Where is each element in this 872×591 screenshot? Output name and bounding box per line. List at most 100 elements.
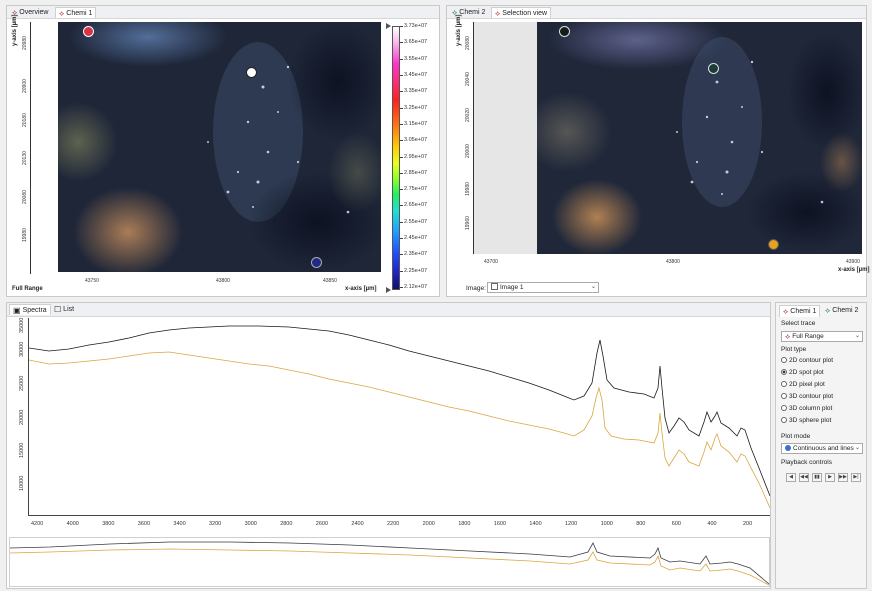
radio-3d-contour[interactable]: 3D contour plot bbox=[781, 393, 833, 400]
spectrum-x-tick: 3200 bbox=[209, 521, 222, 527]
radio-dot bbox=[781, 357, 787, 363]
trace-select[interactable]: ⟡ Full Range ⌄ bbox=[781, 331, 863, 342]
spectrum-y-tick: 25000 bbox=[19, 375, 25, 391]
colorbar-tick bbox=[400, 238, 403, 240]
tab-chemi-2[interactable]: ⟡ Chemi 2 bbox=[449, 7, 488, 18]
right-tabbar: ⟡ Chemi 2 ⟡ Selection view bbox=[447, 6, 866, 19]
spectrum-x-tick: 2000 bbox=[422, 521, 435, 527]
colorbar-label: 3.25e+07 bbox=[404, 104, 428, 111]
chem-icon: ⟡ bbox=[785, 332, 791, 341]
spot-marker-navy[interactable] bbox=[311, 257, 322, 268]
colorbar-label: 2.45e+07 bbox=[404, 235, 428, 242]
right-y-tick: 20020 bbox=[465, 108, 471, 122]
plot-type-title: Plot type bbox=[781, 346, 807, 353]
colorbar-tick bbox=[400, 205, 403, 207]
right-y-tick: 19980 bbox=[465, 182, 471, 196]
colorbar-top-handle[interactable] bbox=[386, 23, 391, 29]
colorbar-tick bbox=[400, 270, 403, 272]
spectra-tabbar: ▣ Spectra ☐ List bbox=[7, 303, 770, 317]
left-x-axis-title: x-axis [µm] bbox=[345, 286, 377, 292]
colorbar-tick bbox=[400, 221, 403, 223]
right-selection-image[interactable] bbox=[537, 22, 862, 254]
playback-rewind-button[interactable]: ◀◀ bbox=[799, 473, 809, 482]
colorbar-tick bbox=[400, 74, 403, 76]
spectrum-x-tick: 2800 bbox=[280, 521, 293, 527]
left-hyperspectral-image[interactable] bbox=[58, 22, 381, 272]
colorbar-label: 2.25e+07 bbox=[404, 267, 428, 274]
spectrum-x-tick: 600 bbox=[671, 521, 681, 527]
playback-forward-button[interactable]: ▶▶ bbox=[838, 473, 848, 482]
colorbar-label: 2.85e+07 bbox=[404, 169, 428, 176]
colorbar-label: 3.65e+07 bbox=[404, 39, 428, 46]
chem-icon: ⟡ bbox=[783, 307, 789, 316]
spectrum-x-tick: 4000 bbox=[66, 521, 79, 527]
spectrum-x-tick: 400 bbox=[707, 521, 717, 527]
right-x-axis-title: x-axis [µm] bbox=[838, 267, 870, 273]
chevron-down-icon: ⌄ bbox=[854, 333, 860, 339]
radio-2d-contour[interactable]: 2D contour plot bbox=[781, 357, 833, 364]
full-range-label: Full Range bbox=[12, 286, 43, 292]
colorbar-tick bbox=[400, 140, 403, 142]
tab-list[interactable]: ☐ List bbox=[51, 304, 77, 315]
left-y-tick: 20130 bbox=[22, 151, 28, 165]
colorbar-label: 3.05e+07 bbox=[404, 137, 428, 144]
colorbar-label: 2.95e+07 bbox=[404, 153, 428, 160]
chem-icon: ⟡ bbox=[825, 306, 831, 315]
tab-chemi-2-controls[interactable]: ⟡ Chemi 2 bbox=[822, 305, 861, 317]
radio-2d-pixel[interactable]: 2D pixel plot bbox=[781, 381, 825, 388]
colorbar-tick bbox=[400, 42, 403, 44]
spot-marker-red[interactable] bbox=[83, 26, 94, 37]
tab-chemi-1[interactable]: ⟡ Chemi 1 bbox=[55, 7, 97, 18]
right-y-tick: 20080 bbox=[465, 36, 471, 50]
spectrum-x-tick: 2200 bbox=[387, 521, 400, 527]
radio-3d-sphere[interactable]: 3D sphere plot bbox=[781, 417, 831, 424]
spectrum-y-tick: 15000 bbox=[19, 442, 25, 458]
spectrum-x-tick: 3000 bbox=[244, 521, 257, 527]
spectrum-y-tick: 30000 bbox=[19, 341, 25, 357]
spot-marker-dark[interactable] bbox=[559, 26, 570, 37]
colorbar-tick bbox=[400, 123, 403, 125]
left-x-tick: 43800 bbox=[216, 278, 230, 284]
image-select[interactable]: Image 1 ⌄ bbox=[487, 282, 599, 293]
right-x-tick: 43900 bbox=[846, 259, 860, 265]
spectrum-x-tick: 800 bbox=[636, 521, 646, 527]
image-label: Image: bbox=[466, 285, 486, 292]
list-icon: ☐ bbox=[54, 305, 62, 314]
spectrum-x-tick: 200 bbox=[743, 521, 753, 527]
playback-last-button[interactable]: ▶| bbox=[851, 473, 861, 482]
tab-spectra[interactable]: ▣ Spectra bbox=[9, 304, 51, 315]
plot-mode-select[interactable]: Continuous and lines ⌄ bbox=[781, 443, 863, 454]
playback-title: Playback controls bbox=[781, 459, 832, 466]
spectrum-x-tick: 4200 bbox=[31, 521, 44, 527]
spectrum-trace-black bbox=[29, 325, 770, 497]
left-y-tick: 19980 bbox=[22, 228, 28, 242]
spectrum-y-tick: 20000 bbox=[19, 409, 25, 425]
spectrum-y-tick: 10000 bbox=[19, 475, 25, 491]
colorbar-label: 3.15e+07 bbox=[404, 120, 428, 127]
colorbar-tick bbox=[400, 58, 403, 60]
spectrum-x-tick: 1000 bbox=[600, 521, 613, 527]
colorbar-tick bbox=[400, 189, 403, 191]
colorbar-label: 2.55e+07 bbox=[404, 218, 428, 225]
colorbar-tick bbox=[400, 287, 403, 288]
chem-icon: ⟡ bbox=[495, 9, 501, 18]
right-x-tick: 43700 bbox=[484, 259, 498, 265]
spectrum-overview-plot[interactable] bbox=[10, 538, 769, 586]
spectrum-x-tick: 2400 bbox=[351, 521, 364, 527]
playback-first-button[interactable]: ◀ bbox=[786, 473, 796, 482]
spot-marker-gold[interactable] bbox=[768, 239, 779, 250]
radio-dot bbox=[781, 393, 787, 399]
playback-play-button[interactable]: ▶ bbox=[825, 473, 835, 482]
spot-marker-white[interactable] bbox=[246, 67, 257, 78]
tab-selection-view[interactable]: ⟡ Selection view bbox=[491, 7, 552, 18]
playback-pause-button[interactable]: ▮▮ bbox=[812, 473, 822, 482]
right-y-tick: 20000 bbox=[465, 144, 471, 158]
spot-marker-teal[interactable] bbox=[708, 63, 719, 74]
spectrum-main-plot[interactable] bbox=[29, 318, 770, 515]
colorbar-bottom-handle[interactable] bbox=[386, 287, 391, 293]
colorbar-label: 2.75e+07 bbox=[404, 186, 428, 193]
tab-chemi-1-controls[interactable]: ⟡ Chemi 1 bbox=[779, 305, 821, 317]
radio-2d-spot[interactable]: 2D spot plot bbox=[781, 369, 824, 376]
left-y-tick: 20900 bbox=[22, 79, 28, 93]
radio-3d-column[interactable]: 3D column plot bbox=[781, 405, 832, 412]
